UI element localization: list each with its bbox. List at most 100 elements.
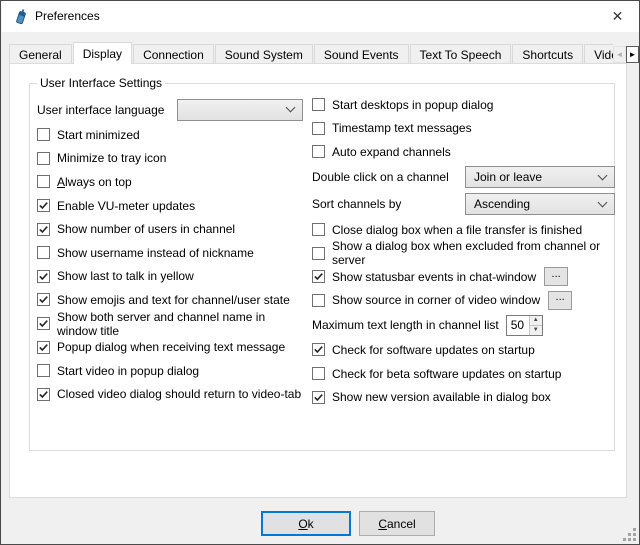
sort-channels-label: Sort channels by xyxy=(312,197,465,211)
titlebar: Preferences ✕ xyxy=(2,1,640,32)
tab-sound-system[interactable]: Sound System xyxy=(215,44,313,64)
checkbox-row: Start video in popup dialog xyxy=(37,359,305,383)
checkbox-row: Show statusbar events in chat-window... xyxy=(312,265,624,289)
checkbox-unchecked[interactable] xyxy=(312,122,325,135)
checkbox-label: Enable VU-meter updates xyxy=(57,199,195,213)
checkbox-row: Show username instead of nickname xyxy=(37,241,305,265)
checkbox-unchecked[interactable] xyxy=(312,98,325,111)
checkbox-row: Enable VU-meter updates xyxy=(37,194,305,218)
spin-down-icon[interactable]: ▼ xyxy=(530,326,542,335)
chevron-down-icon xyxy=(598,170,608,180)
ok-button[interactable]: Ok xyxy=(261,511,351,536)
group-title: User Interface Settings xyxy=(37,76,165,90)
checkbox-row: Auto expand channels xyxy=(312,140,624,164)
sort-channels-value: Ascending xyxy=(474,197,599,211)
checkbox-label: Show number of users in channel xyxy=(57,222,235,236)
checkbox-row: Show number of users in channel xyxy=(37,217,305,241)
cancel-button[interactable]: Cancel xyxy=(359,511,435,536)
checkbox-row: Check for beta software updates on start… xyxy=(312,362,624,386)
tab-shortcuts[interactable]: Shortcuts xyxy=(512,44,583,64)
checkbox-unchecked[interactable] xyxy=(37,175,50,188)
checkbox-label: Check for software updates on startup xyxy=(332,343,535,357)
checkbox-checked[interactable] xyxy=(312,343,325,356)
checkbox-row: Closed video dialog should return to vid… xyxy=(37,383,305,407)
checkbox-checked[interactable] xyxy=(312,270,325,283)
tab-connection[interactable]: Connection xyxy=(133,44,214,64)
checkbox-label: Start minimized xyxy=(57,128,140,142)
checkbox-unchecked[interactable] xyxy=(312,247,325,260)
max-text-length-label: Maximum text length in channel list xyxy=(312,318,499,332)
checkbox-unchecked[interactable] xyxy=(312,367,325,380)
max-text-length-spinner[interactable]: 50 ▲ ▼ xyxy=(506,315,543,336)
close-icon[interactable]: ✕ xyxy=(595,1,640,32)
checkbox-label: Show username instead of nickname xyxy=(57,246,254,260)
checkbox-label: Close dialog box when a file transfer is… xyxy=(332,223,582,237)
double-click-row: Double click on a channel Join or leave xyxy=(312,164,624,191)
right-column: Start desktops in popup dialog Timestamp … xyxy=(312,93,624,409)
checkbox-label: Show both server and channel name in win… xyxy=(57,310,305,338)
max-text-length-row: Maximum text length in channel list 50 ▲… xyxy=(312,312,624,338)
checkbox-checked[interactable] xyxy=(312,391,325,404)
checkbox-row: Check for software updates on startup xyxy=(312,338,624,362)
checkbox-label: Minimize to tray icon xyxy=(57,151,166,165)
checkbox-unchecked[interactable] xyxy=(37,152,50,165)
left-column: User interface language Start minimized M… xyxy=(37,96,305,406)
tab-scroll-left-icon[interactable]: ◄ xyxy=(613,46,626,63)
checkbox-label: Show statusbar events in chat-window xyxy=(332,270,536,284)
display-tab-page: User Interface Settings User interface l… xyxy=(9,63,627,498)
tab-display[interactable]: Display xyxy=(73,42,132,64)
checkbox-row: Start minimized xyxy=(37,123,305,147)
more-options-button[interactable]: ... xyxy=(548,291,572,310)
checkbox-checked[interactable] xyxy=(37,388,50,401)
tab-scroll-right-icon[interactable]: ► xyxy=(626,46,639,63)
app-icon xyxy=(12,8,29,25)
checkbox-row: Show last to talk in yellow xyxy=(37,265,305,289)
checkbox-checked[interactable] xyxy=(37,293,50,306)
checkbox-label: Show new version available in dialog box xyxy=(332,390,551,404)
language-label: User interface language xyxy=(37,103,177,117)
tab-video[interactable]: Video xyxy=(584,44,613,64)
checkbox-label: Auto expand channels xyxy=(332,145,451,159)
language-combobox[interactable] xyxy=(177,99,303,121)
more-options-button[interactable]: ... xyxy=(544,267,568,286)
chevron-down-icon xyxy=(598,197,608,207)
checkbox-unchecked[interactable] xyxy=(312,145,325,158)
checkbox-unchecked[interactable] xyxy=(312,294,325,307)
checkbox-row: Show both server and channel name in win… xyxy=(37,312,305,336)
checkbox-label: Show emojis and text for channel/user st… xyxy=(57,293,290,307)
checkbox-unchecked[interactable] xyxy=(312,223,325,236)
spin-up-icon[interactable]: ▲ xyxy=(530,316,542,326)
tab-sound-events[interactable]: Sound Events xyxy=(314,44,409,64)
double-click-value: Join or leave xyxy=(474,170,599,184)
checkbox-row: Popup dialog when receiving text message xyxy=(37,335,305,359)
checkbox-unchecked[interactable] xyxy=(37,246,50,259)
sort-channels-combobox[interactable]: Ascending xyxy=(465,193,615,215)
checkbox-checked[interactable] xyxy=(37,270,50,283)
double-click-combobox[interactable]: Join or leave xyxy=(465,166,615,188)
checkbox-label: Show a dialog box when excluded from cha… xyxy=(332,239,624,267)
checkbox-label: Start desktops in popup dialog xyxy=(332,98,493,112)
max-text-length-value: 50 xyxy=(507,316,529,335)
checkbox-label: Start video in popup dialog xyxy=(57,364,199,378)
tab-text-to-speech[interactable]: Text To Speech xyxy=(410,44,512,64)
checkbox-row: Start desktops in popup dialog xyxy=(312,93,624,117)
checkbox-unchecked[interactable] xyxy=(37,364,50,377)
checkbox-checked[interactable] xyxy=(37,317,50,330)
checkbox-checked[interactable] xyxy=(37,223,50,236)
checkbox-checked[interactable] xyxy=(37,341,50,354)
checkbox-checked[interactable] xyxy=(37,199,50,212)
checkbox-unchecked[interactable] xyxy=(37,128,50,141)
checkbox-row: Show emojis and text for channel/user st… xyxy=(37,288,305,312)
checkbox-label: Show last to talk in yellow xyxy=(57,269,194,283)
tab-general[interactable]: General xyxy=(9,44,72,64)
resize-grip[interactable] xyxy=(623,528,636,541)
checkbox-row: Timestamp text messages xyxy=(312,117,624,141)
checkbox-label: Always on top xyxy=(57,175,132,189)
sort-channels-row: Sort channels by Ascending xyxy=(312,191,624,218)
double-click-label: Double click on a channel xyxy=(312,170,465,184)
tab-bar: GeneralDisplayConnectionSound SystemSoun… xyxy=(9,41,613,64)
checkbox-label: Closed video dialog should return to vid… xyxy=(57,387,301,401)
checkbox-row: Close dialog box when a file transfer is… xyxy=(312,218,624,242)
checkbox-label: Timestamp text messages xyxy=(332,121,472,135)
chevron-down-icon xyxy=(286,103,296,113)
